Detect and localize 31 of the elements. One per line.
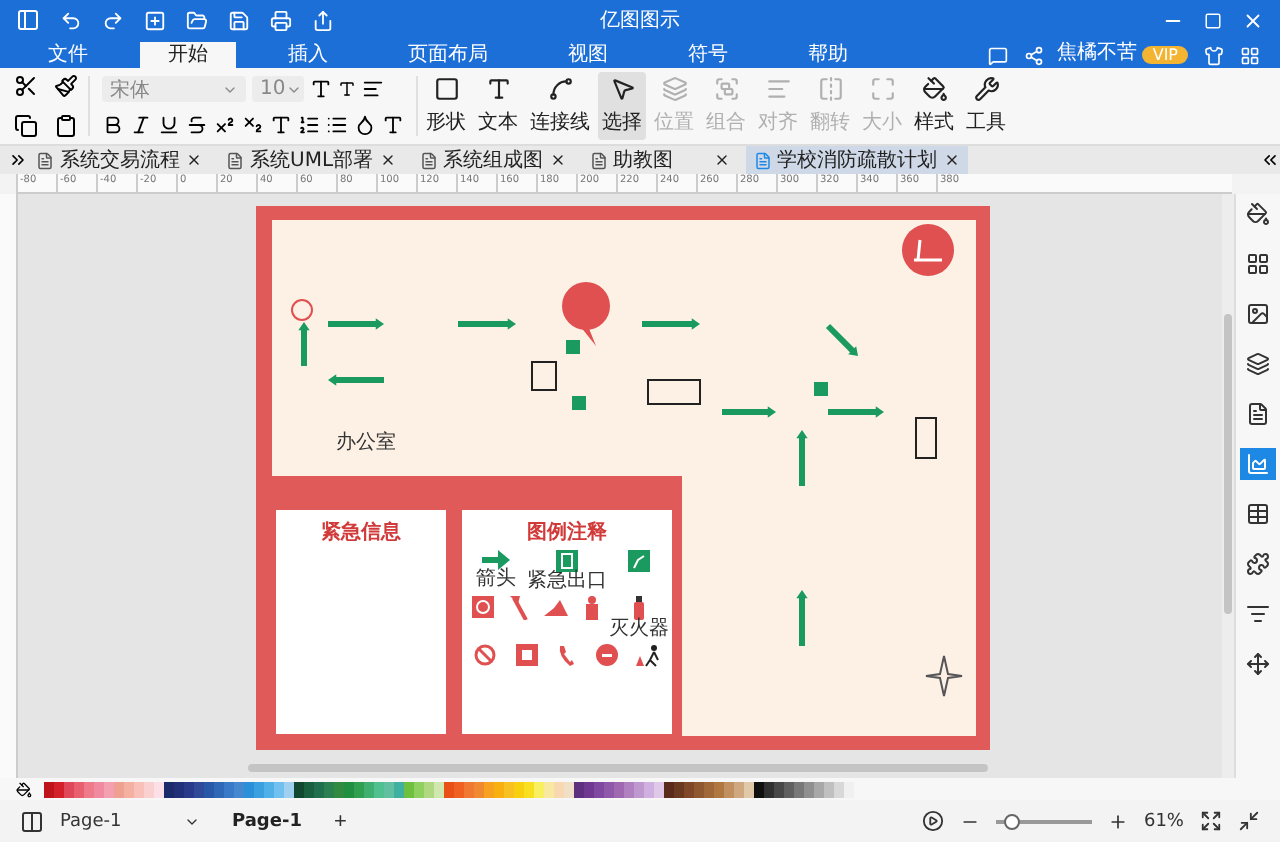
ribbon-tool-button[interactable]: 形状: [422, 72, 470, 140]
ribbon-tool-button[interactable]: 工具: [962, 72, 1010, 140]
legend-label: 灭火器: [609, 620, 669, 640]
menu-tab[interactable]: 视图: [540, 42, 636, 68]
menu-tab[interactable]: 文件: [20, 42, 116, 68]
room-label: 办公室: [336, 429, 396, 456]
page-tab[interactable]: Page-1: [216, 811, 318, 831]
ribbon-tool-button[interactable]: 选择: [598, 72, 646, 140]
menu-tab[interactable]: 开始: [140, 42, 236, 68]
menu-tab[interactable]: 插入: [260, 42, 356, 68]
document-tab[interactable]: 助教图: [581, 146, 738, 174]
vip-badge: VIP: [1142, 45, 1188, 63]
document-tab[interactable]: 系统组成图: [411, 146, 574, 174]
ribbon-tool-button[interactable]: 样式: [910, 72, 958, 140]
menu-tab[interactable]: 页面布局: [380, 42, 516, 68]
ribbon-tool-button[interactable]: 连接线: [526, 72, 594, 140]
page-select[interactable]: Page-1: [60, 811, 200, 831]
ribbon-tool-button[interactable]: 文本: [474, 72, 522, 140]
menu-tab[interactable]: 符号: [660, 42, 756, 68]
add-page-button[interactable]: +: [333, 809, 347, 833]
legend-label: 紧急出口: [527, 572, 607, 592]
document-tab[interactable]: 系统交易流程: [28, 146, 210, 174]
user-name[interactable]: 焦橘不苦: [1056, 38, 1137, 66]
card-title: 紧急信息: [321, 519, 401, 546]
zoom-level[interactable]: 61%: [1143, 811, 1184, 831]
card-title: 图例注释: [527, 518, 607, 546]
menu-tab[interactable]: 帮助: [780, 42, 876, 68]
document-tab[interactable]: 学校消防疏散计划: [745, 146, 968, 174]
legend-label: 箭头: [476, 570, 516, 590]
window-title: 亿图图示: [600, 8, 680, 34]
document-tab[interactable]: 系统UML部署: [218, 146, 404, 174]
